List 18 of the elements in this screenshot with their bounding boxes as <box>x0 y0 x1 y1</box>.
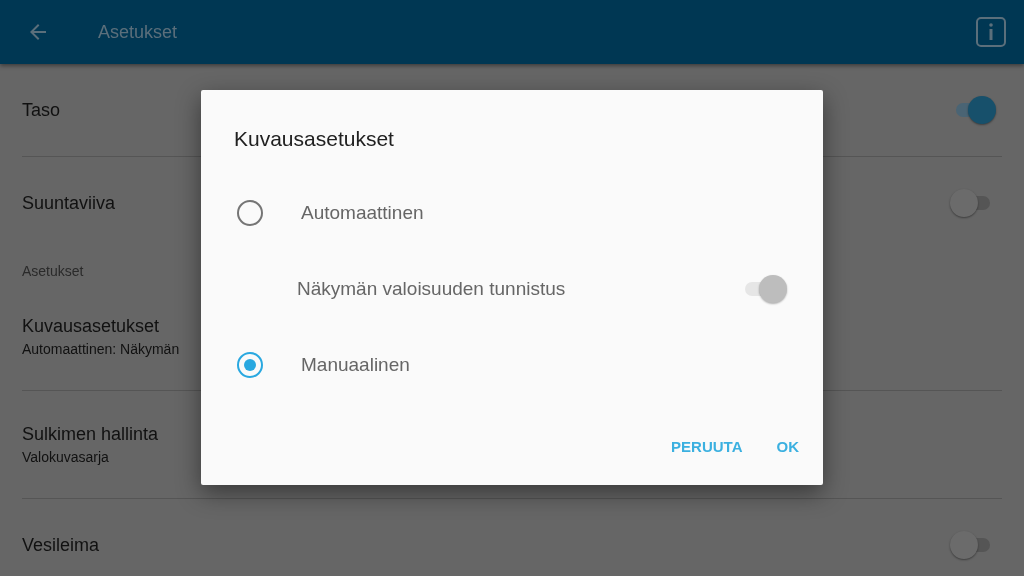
setting-label: Vesileima <box>22 534 100 556</box>
setting-label: Suuntaviiva <box>22 192 116 214</box>
setting-summary: Automaattinen: Näkymän <box>22 341 181 357</box>
option-label: Näkymän valoisuuden tunnistus <box>297 278 567 300</box>
app-bar-title: Asetukset <box>98 21 179 43</box>
radio-button[interactable] <box>237 352 263 378</box>
option-label: Automaattinen <box>301 202 424 224</box>
setting-label: Taso <box>22 99 61 121</box>
section-header: Asetukset <box>22 263 84 279</box>
info-icon[interactable] <box>976 17 1006 47</box>
dialog-title: Kuvausasetukset <box>234 127 395 152</box>
dialog-button[interactable]: PERUUTA <box>659 428 755 465</box>
setting-label: Sulkimen hallinta <box>22 424 160 445</box>
setting-label: Kuvausasetukset <box>22 316 161 337</box>
dialog-button[interactable]: OK <box>764 428 811 465</box>
option-label: Manuaalinen <box>301 354 410 376</box>
setting-summary: Valokuvasarja <box>22 449 110 465</box>
radio-button[interactable] <box>237 200 263 226</box>
